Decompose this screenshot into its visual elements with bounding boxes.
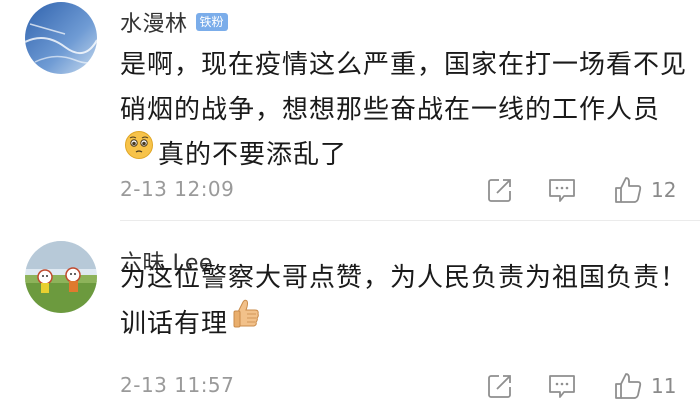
pleading-face-icon xyxy=(124,130,154,175)
comment-item: 六昧 Lee 为这位警察大哥点赞，为人民负责为祖国负责！训话有理 2-13 11… xyxy=(0,221,700,419)
timestamp: 2-13 12:09 xyxy=(120,177,235,201)
share-button[interactable] xyxy=(486,175,514,205)
reply-button[interactable] xyxy=(547,371,577,401)
thumbs-up-emoji-icon xyxy=(232,298,260,345)
avatar[interactable] xyxy=(25,241,97,313)
like-button[interactable]: 11 xyxy=(613,371,676,401)
comment-text: 为这位警察大哥点赞，为人民负责为祖国负责！训话有理 xyxy=(120,256,690,348)
comment-text-part: 为这位警察大哥点赞，为人民负责为祖国负责！训话有理 xyxy=(120,263,688,339)
share-icon xyxy=(488,179,511,202)
name-row: 水漫林 铁粉 xyxy=(120,7,228,37)
share-icon xyxy=(488,375,511,398)
comment-icon xyxy=(549,179,575,202)
avatar-image xyxy=(25,2,97,74)
thumbs-up-icon xyxy=(615,373,642,399)
username[interactable]: 水漫林 xyxy=(120,6,188,38)
reply-button[interactable] xyxy=(547,175,577,205)
avatar-image xyxy=(25,241,97,313)
comment-text-part: 真的不要添乱了 xyxy=(158,140,348,170)
like-button[interactable]: 12 xyxy=(613,175,676,205)
thumbs-up-icon xyxy=(615,177,642,203)
comment-text-part: 是啊，现在疫情这么严重，国家在打一场看不见硝烟的战争，想想那些奋战在一线的工作人… xyxy=(120,50,688,125)
avatar[interactable] xyxy=(25,2,97,74)
meta-row: 2-13 12:09 12 xyxy=(120,175,700,205)
comment-item: 水漫林 铁粉 是啊，现在疫情这么严重，国家在打一场看不见硝烟的战争，想想那些奋战… xyxy=(0,0,700,220)
like-count: 11 xyxy=(651,374,677,398)
comment-icon xyxy=(549,375,575,398)
fan-badge: 铁粉 xyxy=(195,13,228,31)
comment-text: 是啊，现在疫情这么严重，国家在打一场看不见硝烟的战争，想想那些奋战在一线的工作人… xyxy=(120,43,690,178)
meta-row: 2-13 11:57 11 xyxy=(120,371,700,401)
timestamp: 2-13 11:57 xyxy=(120,373,235,397)
share-button[interactable] xyxy=(486,371,514,401)
like-count: 12 xyxy=(651,178,677,202)
